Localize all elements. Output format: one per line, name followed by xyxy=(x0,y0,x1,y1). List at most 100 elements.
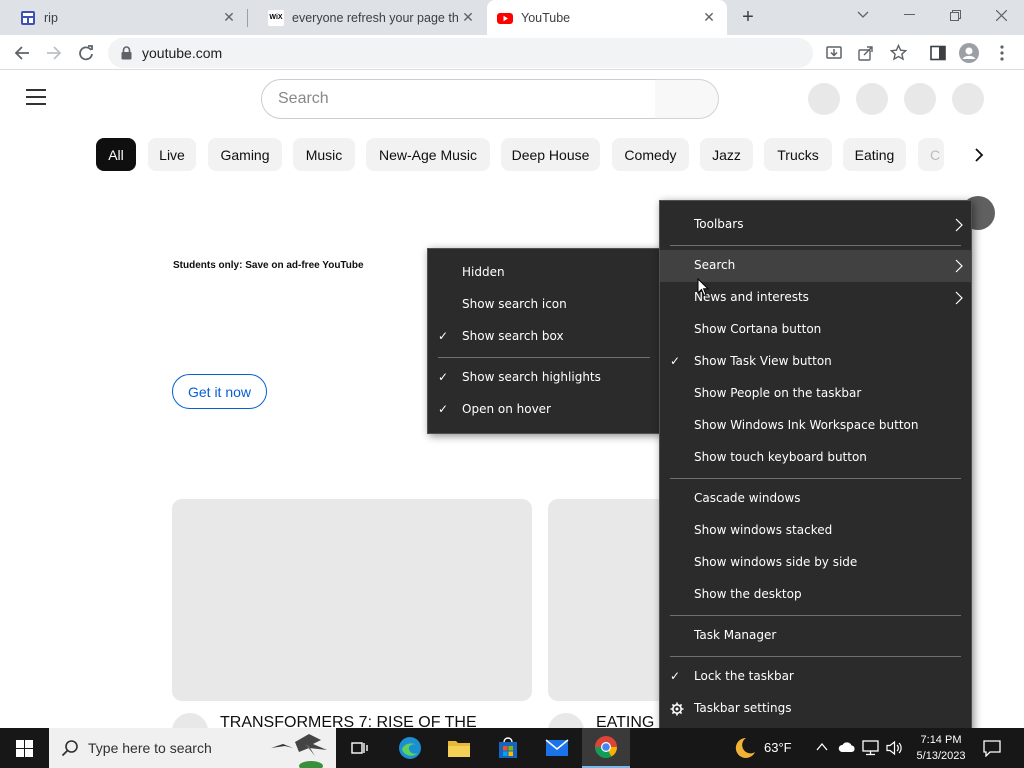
menu-item-show-desktop[interactable]: Show the desktop xyxy=(660,579,971,611)
menu-item-show-ink-workspace[interactable]: Show Windows Ink Workspace button xyxy=(660,410,971,442)
placeholder-icon[interactable] xyxy=(904,83,936,115)
menu-item-label: Show search icon xyxy=(462,297,567,311)
browser-toolbar: youtube.com xyxy=(0,35,1024,70)
minimize-button[interactable] xyxy=(886,0,932,30)
chip-music[interactable]: Music xyxy=(293,138,355,171)
forward-arrow-icon[interactable] xyxy=(42,41,66,65)
reload-icon[interactable] xyxy=(74,41,98,65)
get-it-now-button[interactable]: Get it now xyxy=(172,374,267,409)
taskbar-search-box[interactable]: Type here to search xyxy=(49,728,336,768)
menu-item-open-on-hover[interactable]: ✓ Open on hover xyxy=(428,394,660,426)
chevron-right-icon xyxy=(955,259,963,273)
bookmark-star-icon[interactable] xyxy=(890,44,907,61)
chip-gaming[interactable]: Gaming xyxy=(208,138,282,171)
menu-item-show-task-view[interactable]: ✓ Show Task View button xyxy=(660,346,971,378)
menu-separator xyxy=(670,478,961,479)
chevron-right-icon[interactable] xyxy=(966,142,992,168)
chip-trucks[interactable]: Trucks xyxy=(764,138,832,171)
volume-icon[interactable] xyxy=(886,740,902,756)
menu-item-show-search-icon[interactable]: Show search icon xyxy=(428,289,660,321)
video-thumbnail[interactable] xyxy=(172,499,532,701)
close-tab-icon[interactable]: ✕ xyxy=(219,9,239,26)
menu-item-label: Show search box xyxy=(462,329,564,343)
notification-center-icon[interactable] xyxy=(983,740,1001,757)
close-tab-icon[interactable]: ✕ xyxy=(699,9,719,26)
weather-temperature[interactable]: 63°F xyxy=(764,740,792,755)
tab-strip: rip ✕ WiX everyone refresh your page the… xyxy=(0,0,1024,35)
edge-browser-icon[interactable] xyxy=(386,728,434,768)
menu-item-show-touch-keyboard[interactable]: Show touch keyboard button xyxy=(660,442,971,474)
menu-item-label: Show Cortana button xyxy=(694,322,822,336)
youtube-search-button[interactable] xyxy=(655,79,719,119)
menu-item-label: News and interests xyxy=(694,290,809,304)
menu-item-label: Show windows stacked xyxy=(694,523,833,537)
menu-item-windows-stacked[interactable]: Show windows stacked xyxy=(660,515,971,547)
menu-item-label: Show People on the taskbar xyxy=(694,386,862,400)
tab-rip[interactable]: rip ✕ xyxy=(0,0,247,35)
share-icon[interactable] xyxy=(858,45,874,61)
video-thumbnail[interactable] xyxy=(548,499,668,701)
file-explorer-icon[interactable] xyxy=(435,728,483,768)
chip-comedy[interactable]: Comedy xyxy=(612,138,689,171)
menu-item-show-search-highlights[interactable]: ✓ Show search highlights xyxy=(428,362,660,394)
system-clock[interactable]: 7:14 PM 5/13/2023 xyxy=(910,732,972,764)
restore-button[interactable] xyxy=(932,0,978,30)
menu-item-taskbar-settings[interactable]: Taskbar settings xyxy=(660,693,971,725)
menu-separator xyxy=(670,245,961,246)
menu-item-show-cortana[interactable]: Show Cortana button xyxy=(660,314,971,346)
menu-item-label: Show Task View button xyxy=(694,354,832,368)
network-icon[interactable] xyxy=(862,740,879,756)
menu-item-show-search-box[interactable]: ✓ Show search box xyxy=(428,321,660,353)
side-panel-icon[interactable] xyxy=(926,41,950,65)
task-view-icon[interactable] xyxy=(336,728,384,768)
cloud-icon[interactable] xyxy=(838,741,856,753)
chip-new-age-music[interactable]: New-Age Music xyxy=(366,138,490,171)
tab-youtube[interactable]: YouTube ✕ xyxy=(487,0,727,35)
clock-time: 7:14 PM xyxy=(920,734,962,746)
youtube-search-input[interactable]: Search xyxy=(261,79,656,119)
placeholder-icon[interactable] xyxy=(856,83,888,115)
chip-deep-house[interactable]: Deep House xyxy=(501,138,600,171)
menu-item-label: Task Manager xyxy=(694,628,777,642)
search-submenu: Hidden Show search icon ✓ Show search bo… xyxy=(427,248,661,434)
menu-item-hidden[interactable]: Hidden xyxy=(428,257,660,289)
close-tab-icon[interactable]: ✕ xyxy=(458,9,478,26)
menu-item-label: Cascade windows xyxy=(694,491,801,505)
menu-item-cascade-windows[interactable]: Cascade windows xyxy=(660,483,971,515)
profile-avatar[interactable] xyxy=(957,41,981,65)
chevron-up-icon[interactable] xyxy=(816,742,828,752)
tab-search-icon[interactable] xyxy=(840,0,886,30)
chip-jazz[interactable]: Jazz xyxy=(700,138,753,171)
windows-start-icon[interactable] xyxy=(0,728,48,768)
menu-item-lock-taskbar[interactable]: ✓ Lock the taskbar xyxy=(660,661,971,693)
placeholder-icon[interactable] xyxy=(808,83,840,115)
install-app-icon[interactable] xyxy=(826,45,842,61)
mail-icon[interactable] xyxy=(533,728,581,768)
lock-icon[interactable] xyxy=(121,46,132,60)
menu-item-label: Show windows side by side xyxy=(694,555,858,569)
search-icon xyxy=(61,740,78,757)
tab-wix[interactable]: WiX everyone refresh your page the w ✕ xyxy=(248,0,486,35)
chrome-taskbar-icon[interactable] xyxy=(582,728,630,768)
new-tab-button[interactable]: + xyxy=(737,6,759,28)
address-bar[interactable]: youtube.com xyxy=(108,38,907,68)
menu-item-label: Search xyxy=(694,258,736,272)
checkmark-icon: ✓ xyxy=(438,329,449,343)
hamburger-menu-icon[interactable] xyxy=(26,89,46,105)
chip-eating[interactable]: Eating xyxy=(843,138,906,171)
moon-weather-icon[interactable] xyxy=(732,737,756,759)
chip-live[interactable]: Live xyxy=(148,138,196,171)
close-window-button[interactable] xyxy=(978,0,1024,30)
checkmark-icon: ✓ xyxy=(438,402,449,416)
chip-all[interactable]: All xyxy=(96,138,136,171)
back-arrow-icon[interactable] xyxy=(10,41,34,65)
placeholder-icon[interactable] xyxy=(952,83,984,115)
gear-icon xyxy=(670,702,684,716)
more-menu-icon[interactable] xyxy=(990,41,1014,65)
microsoft-store-icon[interactable] xyxy=(484,728,532,768)
menu-item-windows-side-by-side[interactable]: Show windows side by side xyxy=(660,547,971,579)
menu-item-toolbars[interactable]: Toolbars xyxy=(660,209,971,241)
menu-item-show-people[interactable]: Show People on the taskbar xyxy=(660,378,971,410)
chip-partial[interactable]: C xyxy=(918,138,944,171)
menu-item-task-manager[interactable]: Task Manager xyxy=(660,620,971,652)
